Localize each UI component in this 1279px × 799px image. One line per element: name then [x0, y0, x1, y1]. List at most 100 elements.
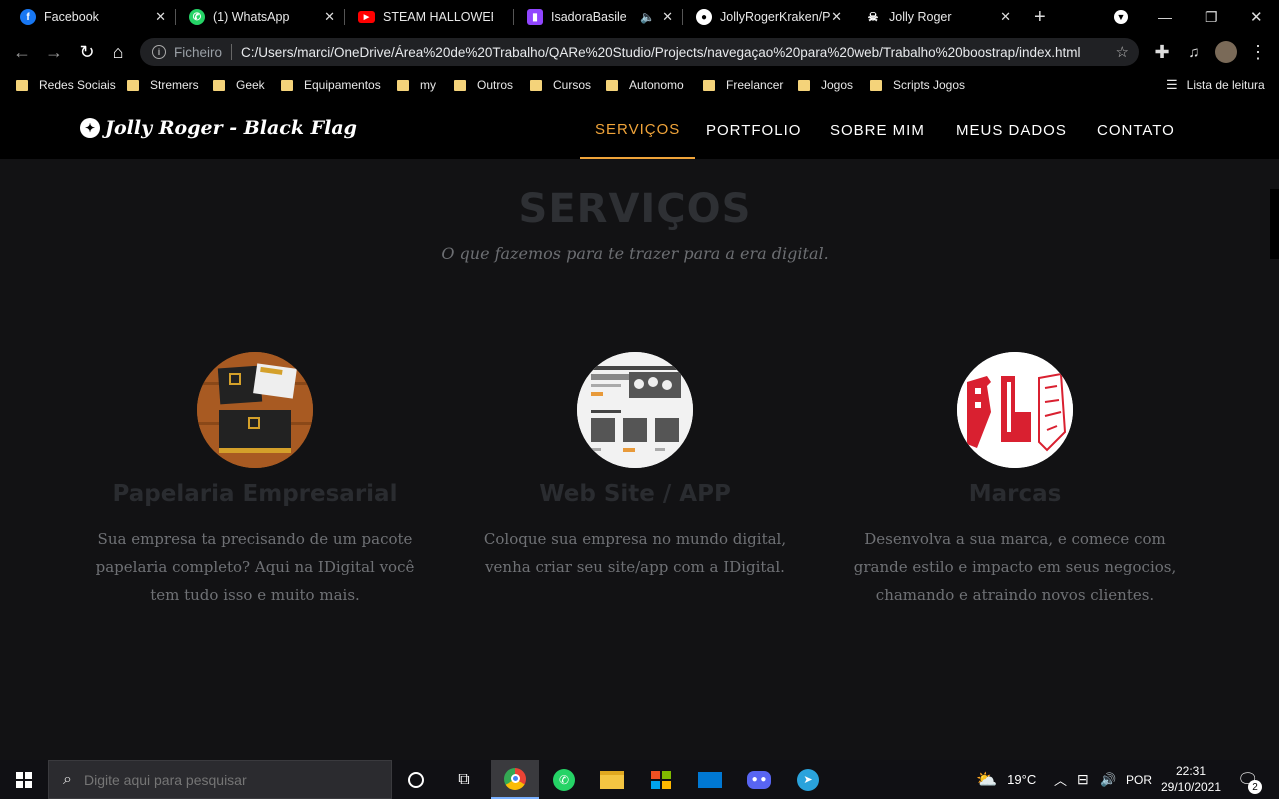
home-button[interactable]: ⌂ [106, 40, 130, 64]
task-view-icon[interactable]: ⧉ [440, 760, 488, 799]
folder-icon [530, 79, 542, 91]
reading-list-icon: ☰ [1166, 77, 1178, 92]
start-button[interactable] [0, 760, 48, 799]
rebel-logo-icon: ✦ [80, 118, 100, 138]
service-description: Desenvolva a sua marca, e comece com gra… [853, 530, 1177, 604]
taskbar-clock[interactable]: 22:31 29/10/2021 [1160, 763, 1222, 795]
section-title: SERVIÇOS [518, 186, 752, 232]
show-hidden-icons[interactable]: ︿ [1054, 760, 1067, 799]
service-description: Sua empresa ta precisando de um pacote p… [95, 530, 415, 604]
close-icon[interactable]: ✕ [324, 9, 335, 25]
close-icon[interactable]: ✕ [1000, 9, 1011, 25]
url-text[interactable]: C:/Users/marci/OneDrive/Área%20de%20Trab… [241, 45, 1080, 60]
bookmark-folder[interactable]: Geek [213, 76, 265, 94]
browser-tab-strip: f Facebook ✕ ✆ (1) WhatsApp ✕ ▶ STEAM HA… [0, 0, 1279, 34]
close-icon[interactable]: ✕ [155, 9, 166, 25]
folder-icon [703, 79, 715, 91]
new-tab-button[interactable]: + [1034, 0, 1046, 34]
profile-avatar[interactable] [1214, 40, 1238, 64]
mail-icon[interactable] [686, 760, 734, 799]
bookmark-folder[interactable]: my [397, 76, 436, 94]
menu-icon[interactable]: ⋮ [1246, 40, 1270, 64]
bookmark-folder[interactable]: Equipamentos [281, 76, 381, 94]
taskbar-search-input[interactable] [83, 771, 364, 788]
restore-button[interactable]: ❐ [1205, 0, 1218, 34]
cortana-icon[interactable] [392, 760, 440, 799]
tab-whatsapp[interactable]: ✆ (1) WhatsApp ✕ [169, 0, 345, 34]
bookmark-folder[interactable]: Jogos [798, 76, 853, 94]
folder-icon [213, 79, 225, 91]
nav-meus-dados[interactable]: MEUS DADOS [956, 101, 1067, 159]
extensions-icon[interactable]: ✚ [1150, 40, 1174, 64]
tab-github[interactable]: ● JollyRogerKraken/P ✕ [676, 0, 852, 34]
bookmark-folder[interactable]: Stremers [127, 76, 199, 94]
partly-cloudy-icon: ⛅ [976, 769, 998, 789]
volume-icon[interactable]: 🔊 [1100, 760, 1116, 799]
website-mockup-image [577, 352, 693, 468]
folder-icon [281, 79, 293, 91]
minimize-button[interactable]: — [1158, 0, 1172, 34]
youtube-icon: ▶ [358, 11, 375, 23]
folder-icon [606, 79, 618, 91]
chrome-icon[interactable] [491, 760, 539, 799]
discord-icon[interactable]: ● ● [735, 760, 783, 799]
media-controls-icon[interactable]: ♫ [1182, 40, 1206, 64]
folder-icon [397, 79, 409, 91]
service-card: Web Site / APP Coloque sua empresa no mu… [455, 352, 815, 581]
close-icon[interactable]: ✕ [662, 9, 673, 25]
nav-contato[interactable]: CONTATO [1097, 101, 1175, 159]
service-card: Marcas Desenvolva a sua marca, e comece … [835, 352, 1195, 609]
notification-center-button[interactable]: 🗨 2 [1237, 760, 1262, 799]
close-icon[interactable]: ✕ [831, 9, 842, 25]
bookmark-folder[interactable]: Scripts Jogos [870, 76, 965, 94]
service-title: Marcas [968, 481, 1062, 507]
file-explorer-icon[interactable] [588, 760, 636, 799]
bookmark-folder[interactable]: Redes Sociais [16, 76, 116, 94]
taskbar-search[interactable]: ⌕ [48, 760, 392, 799]
tab-facebook[interactable]: f Facebook ✕ [0, 0, 176, 34]
whatsapp-icon[interactable]: ✆ [540, 760, 588, 799]
back-button[interactable]: ← [10, 40, 34, 64]
facebook-icon: f [20, 9, 36, 25]
business-cards-image [197, 352, 313, 468]
telegram-icon[interactable]: ➤ [784, 760, 832, 799]
bookmark-folder[interactable]: Freelancer [703, 76, 783, 94]
service-description: Coloque sua empresa no mundo digital, ve… [483, 530, 787, 576]
bookmark-folder[interactable]: Cursos [530, 76, 591, 94]
folder-icon [127, 79, 139, 91]
nav-sobre-mim[interactable]: SOBRE MIM [830, 101, 925, 159]
reload-button[interactable]: ↻ [75, 40, 99, 64]
search-icon: ⌕ [63, 770, 72, 788]
nav-portfolio[interactable]: PORTFOLIO [706, 101, 801, 159]
bookmark-folder[interactable]: Outros [454, 76, 513, 94]
window-close-button[interactable]: ✕ [1250, 0, 1263, 34]
network-icon[interactable]: ⊟ [1077, 760, 1089, 799]
bookmarks-bar: Redes Sociais Stremers Geek Equipamentos… [0, 70, 1279, 101]
site-navbar: ✦ Jolly Roger - Black Flag SERVIÇOS PORT… [0, 101, 1279, 159]
weather-widget[interactable]: ⛅ 19°C [976, 760, 1036, 799]
folder-icon [870, 79, 882, 91]
tab-jolly-roger[interactable]: ☠ Jolly Roger ✕ [845, 0, 1021, 34]
tab-search-icon[interactable]: ▼ [1114, 0, 1128, 34]
speaker-icon[interactable]: 🔈 [640, 10, 655, 24]
tab-twitch[interactable]: ▮ IsadoraBasile - 🔈 ✕ [507, 0, 683, 34]
service-card: Papelaria Empresarial Sua empresa ta pre… [75, 352, 435, 609]
windows-taskbar: ⌕ ⧉ ✆ ● ● ➤ ⛅ 19°C ︿ ⊟ 🔊 POR 22:31 29/10… [0, 760, 1279, 799]
twitch-icon: ▮ [527, 9, 543, 25]
site-info-icon[interactable]: i [152, 45, 166, 59]
scrollbar[interactable] [1270, 189, 1279, 259]
forward-button[interactable]: → [42, 40, 66, 64]
site-brand[interactable]: ✦ Jolly Roger - Black Flag [80, 117, 357, 139]
bookmark-star-icon[interactable]: ☆ [1116, 43, 1129, 61]
service-title: Papelaria Empresarial [112, 481, 398, 507]
bookmark-folder[interactable]: Autonomo [606, 76, 684, 94]
tab-youtube[interactable]: ▶ STEAM HALLOWEEN [338, 0, 514, 34]
microsoft-store-icon[interactable] [637, 760, 685, 799]
language-indicator[interactable]: POR [1126, 760, 1152, 799]
folder-icon [798, 79, 810, 91]
jolly-roger-icon: ☠ [867, 10, 879, 24]
nav-servicos[interactable]: SERVIÇOS [580, 101, 696, 159]
address-bar[interactable]: i Ficheiro C:/Users/marci/OneDrive/Área%… [140, 38, 1139, 66]
folder-icon [454, 79, 466, 91]
reading-list-button[interactable]: ☰ Lista de leitura [1166, 76, 1265, 94]
